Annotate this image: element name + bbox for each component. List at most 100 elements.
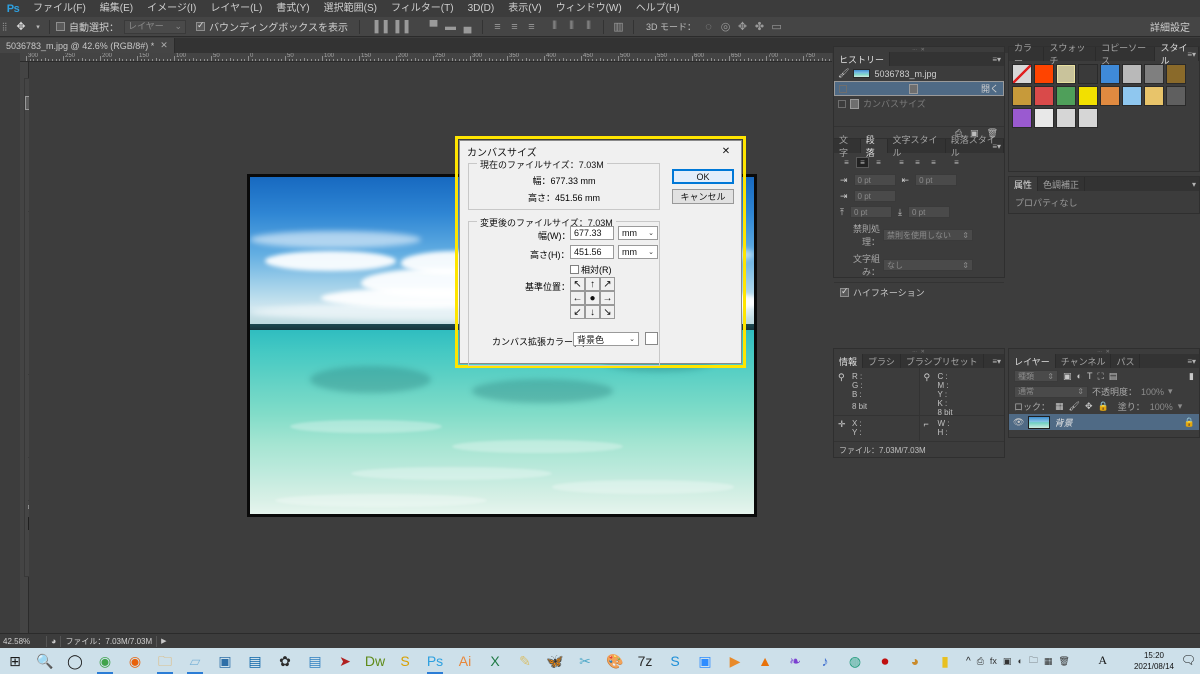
filezilla-icon[interactable]: ➤ (330, 648, 360, 674)
history-snapshot-row[interactable]: 🖌 5036783_m.jpg (834, 66, 1004, 81)
panel-menu-icon[interactable]: ▾ (1192, 180, 1196, 189)
panel-menu-icon[interactable]: ≡▾ (1187, 50, 1196, 59)
butterfly-icon[interactable]: 🦋 (540, 648, 570, 674)
opacity-value[interactable]: 100% (1141, 387, 1164, 397)
menu-filter[interactable]: フィルター(T) (384, 0, 461, 17)
contacts-icon[interactable]: ▤ (300, 648, 330, 674)
styles-grid[interactable] (1009, 61, 1199, 131)
tab-brush[interactable]: ブラシ (863, 354, 901, 368)
tab-paragraph[interactable]: 段落 (860, 135, 888, 158)
tab-character-styles[interactable]: 文字スタイル (888, 135, 946, 158)
horizontal-ruler[interactable]: 300 250 200 150 100 50 0 50 100 150 200 250 300 350 40… (20, 53, 832, 62)
align-top-edges-icon[interactable]: ▀ (425, 17, 442, 37)
style-swatch[interactable] (1012, 64, 1032, 84)
tab-character[interactable]: 文字 (834, 135, 861, 158)
media-player-icon[interactable]: ▶ (720, 648, 750, 674)
filter-smart-objects-icon[interactable]: ▤ (1109, 371, 1118, 382)
distribute-top-edges-icon[interactable]: ≡ (489, 17, 506, 37)
task-view-icon[interactable]: ◯ (60, 648, 90, 674)
style-swatch[interactable] (1078, 64, 1098, 84)
hyphenation-checkbox[interactable] (840, 286, 849, 297)
clock[interactable]: 15:20 2021/08/14 (1134, 648, 1174, 674)
extension-color-select[interactable]: 背景色 ⌄ (573, 332, 639, 346)
scale-3d-object-icon[interactable]: ▭ (768, 17, 785, 37)
anchor-cell-8[interactable]: ↘ (600, 305, 615, 319)
outlook-icon[interactable]: ▤ (240, 648, 270, 674)
style-swatch[interactable] (1078, 86, 1098, 106)
filter-type-layers-icon[interactable]: T (1087, 371, 1093, 381)
anchor-cell-4[interactable]: ● (585, 291, 600, 305)
tab-layers[interactable]: レイヤー (1009, 354, 1056, 368)
panel-menu-icon[interactable]: ≡▾ (1187, 357, 1196, 366)
menu-select[interactable]: 選択範囲(S) (317, 0, 384, 17)
menu-help[interactable]: ヘルプ(H) (629, 0, 687, 17)
circuit-icon[interactable]: ◍ (840, 648, 870, 674)
tool-preset-chevron-icon[interactable]: ▾ (33, 23, 43, 31)
space-after-input[interactable]: 0 pt (907, 206, 950, 218)
photoshop-icon[interactable]: Ps (420, 648, 450, 674)
align-right-edges-icon[interactable]: ▌ (400, 17, 417, 37)
zoom-level[interactable]: 42.58% (0, 637, 42, 646)
style-swatch[interactable] (1100, 64, 1120, 84)
style-swatch[interactable] (1078, 108, 1098, 128)
tray-icon-6[interactable]: 🗑 (1058, 656, 1069, 667)
anchor-cell-7[interactable]: ↓ (585, 305, 600, 319)
show-transform-controls-checkbox[interactable] (196, 20, 205, 31)
move-tool-icon[interactable]: ✥ (9, 17, 33, 37)
music-icon[interactable]: ♪ (810, 648, 840, 674)
style-swatch[interactable] (1012, 108, 1032, 128)
ok-button[interactable]: OK (672, 169, 734, 184)
close-icon[interactable]: ✕ (715, 142, 737, 160)
style-swatch[interactable] (1144, 86, 1164, 106)
auto-select-scope-select[interactable]: レイヤー ⌄ (124, 19, 186, 34)
ime-indicator[interactable]: A (1098, 653, 1107, 668)
distribute-horizontal-centers-icon[interactable]: ⦀ (563, 17, 580, 37)
panel-menu-icon[interactable]: ≡▾ (992, 55, 1001, 64)
tab-properties[interactable]: 属性 (1009, 177, 1039, 191)
anchor-cell-3[interactable]: ← (570, 291, 585, 305)
style-swatch[interactable] (1100, 86, 1120, 106)
record-icon[interactable]: ⏺ (870, 648, 900, 674)
status-menu-chevron-icon[interactable]: ▶ (161, 637, 166, 645)
filter-pixel-layers-icon[interactable]: ▣ (1063, 371, 1072, 382)
sublime-icon[interactable]: S (390, 648, 420, 674)
extension-color-swatch[interactable] (645, 332, 658, 345)
layer-filter-type-select[interactable]: 種類 ⇕ (1014, 370, 1058, 382)
align-left-edges-icon[interactable]: ▐ (366, 17, 383, 37)
space-before-input[interactable]: 0 pt (849, 206, 892, 218)
distribute-vertical-centers-icon[interactable]: ≡ (506, 17, 523, 37)
menu-layer[interactable]: レイヤー(L) (203, 0, 269, 17)
zoom-app-icon[interactable]: ▣ (690, 648, 720, 674)
history-brush-toggle[interactable] (838, 99, 846, 108)
anchor-cell-6[interactable]: ↙ (570, 305, 585, 319)
search-icon[interactable]: 🔍 (30, 648, 60, 674)
distribute-bottom-edges-icon[interactable]: ≡ (523, 17, 540, 37)
tab-channels[interactable]: チャンネル (1056, 354, 1112, 368)
style-swatch[interactable] (1166, 86, 1186, 106)
indent-right-margin-input[interactable]: 0 pt (915, 174, 958, 186)
start-button[interactable]: ⊞ (0, 648, 30, 674)
history-brush-toggle[interactable] (839, 84, 847, 93)
detail-settings-label[interactable]: 詳細設定 (1150, 19, 1190, 34)
anchor-cell-1[interactable]: ↑ (585, 277, 600, 291)
menu-image[interactable]: イメージ(I) (140, 0, 203, 17)
scissors-icon[interactable]: ✂ (570, 648, 600, 674)
history-state-canvas-size[interactable]: カンバスサイズ (834, 96, 1004, 111)
filter-adjustment-layers-icon[interactable]: ◐ (1077, 371, 1082, 381)
style-swatch[interactable] (1034, 108, 1054, 128)
chrome-icon[interactable]: ◉ (90, 648, 120, 674)
anchor-cell-0[interactable]: ↖ (570, 277, 585, 291)
photos-icon[interactable]: ▣ (210, 648, 240, 674)
kinsoku-select[interactable]: 禁則を使用しない ⇕ (883, 229, 973, 241)
tray-icon-0[interactable]: ⎙ (977, 656, 984, 667)
bear-icon[interactable]: ◕ (900, 648, 930, 674)
tray-expand-icon[interactable]: ^ (966, 656, 971, 667)
filter-toggle-icon[interactable]: ▮ (1189, 371, 1194, 382)
excel-icon[interactable]: X (480, 648, 510, 674)
close-icon[interactable]: ✕ (160, 40, 168, 51)
paint-icon[interactable]: 🎨 (600, 648, 630, 674)
style-swatch[interactable] (1056, 108, 1076, 128)
menu-window[interactable]: ウィンドウ(W) (549, 0, 629, 17)
mojikumi-select[interactable]: なし ⇕ (883, 259, 973, 271)
fill-value[interactable]: 100% (1150, 402, 1173, 412)
